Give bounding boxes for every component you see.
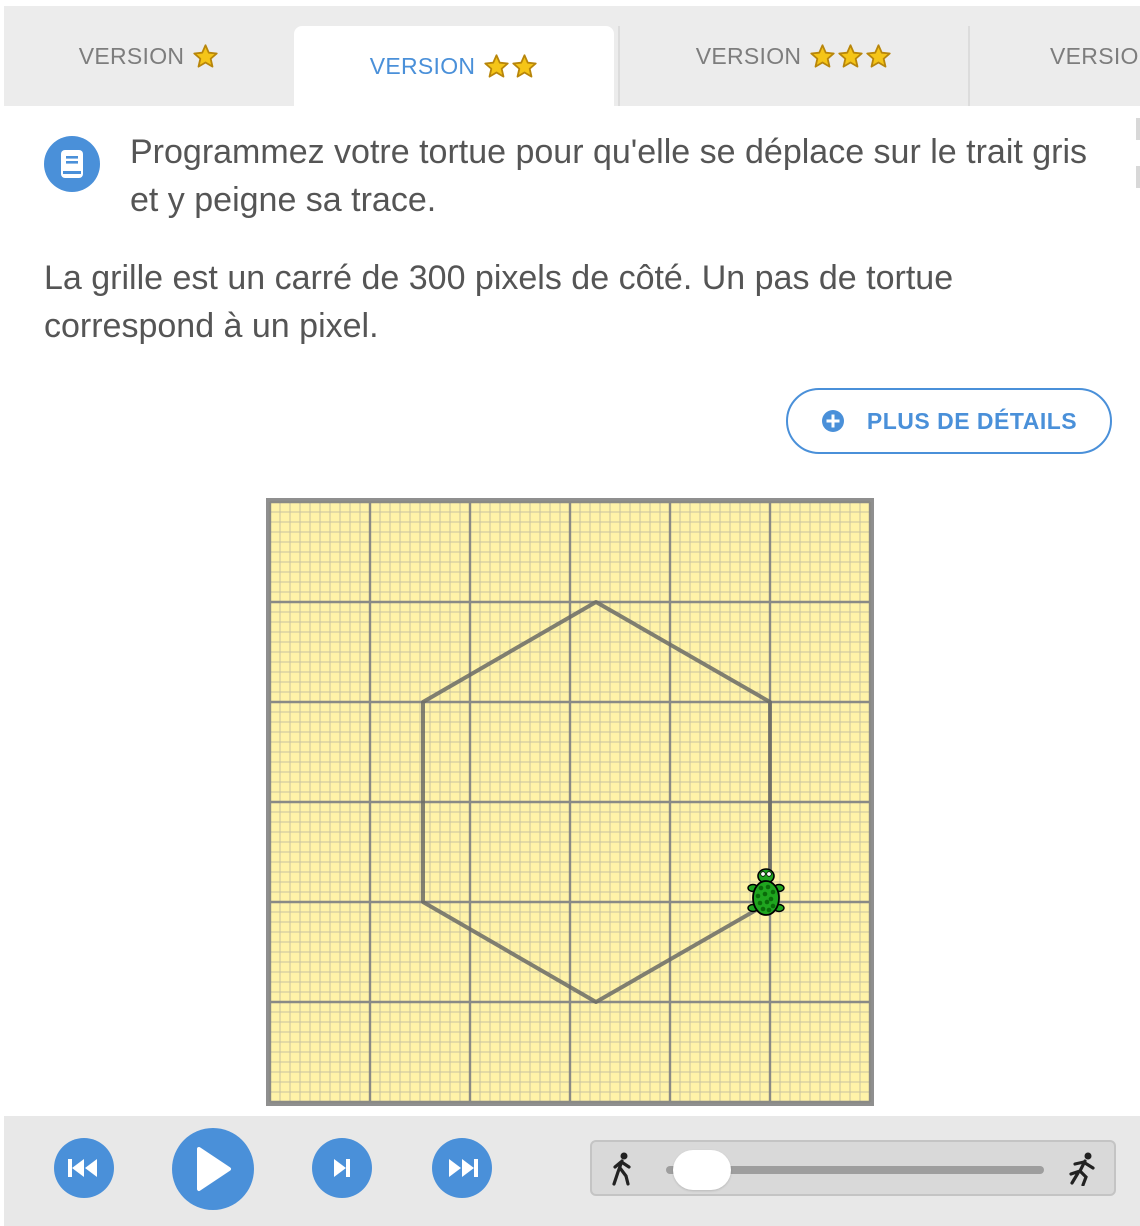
instruction-text: Programmez votre tortue pour qu'elle se …: [130, 133, 1088, 219]
play-button[interactable]: [172, 1128, 254, 1210]
skip-to-start-icon: [68, 1159, 97, 1177]
star-icon: [193, 43, 218, 68]
skip-to-end-button[interactable]: [432, 1138, 492, 1198]
star-icon: [810, 43, 835, 68]
more-details-label: PLUS DE DÉTAILS: [866, 407, 1078, 434]
walking-person-icon: [612, 1152, 631, 1186]
tab-label: VERSION: [1050, 42, 1140, 69]
star-rating: [192, 43, 219, 70]
playback-controls: [4, 1116, 1140, 1226]
grid-description: La grille est un carré de 300 pixels de …: [44, 259, 954, 345]
star-icon: [512, 53, 537, 78]
step-forward-icon: [334, 1159, 350, 1177]
star-icon: [866, 43, 891, 68]
running-person-icon: [1069, 1152, 1095, 1186]
speed-slider-thumb[interactable]: [672, 1150, 731, 1190]
star-icon: [484, 53, 509, 78]
version-tabbar: VERSION VERSION VERSION VERSION: [4, 6, 1140, 106]
skip-to-end-icon: [449, 1159, 478, 1177]
star-rating: [809, 43, 892, 70]
tab-label: VERSION: [695, 42, 802, 69]
star-icon: [838, 43, 863, 68]
more-details-button[interactable]: PLUS DE DÉTAILS: [786, 388, 1112, 454]
tab-label: VERSION: [369, 52, 476, 79]
scrollbar-track[interactable]: [1136, 118, 1140, 214]
speed-slider[interactable]: [590, 1140, 1116, 1196]
plus-circle-icon: [821, 410, 844, 432]
tab-label: VERSION: [78, 42, 185, 69]
tab-version-2[interactable]: VERSION: [294, 26, 614, 106]
tab-version-4[interactable]: VERSION: [970, 6, 1140, 106]
grid-svg: [266, 498, 874, 1106]
tab-version-3[interactable]: VERSION: [620, 6, 968, 106]
skip-to-start-button[interactable]: [54, 1138, 114, 1198]
tab-version-1[interactable]: VERSION: [4, 6, 294, 106]
book-icon: [44, 136, 100, 192]
star-rating: [483, 53, 538, 80]
step-forward-button[interactable]: [312, 1138, 372, 1198]
turtle-canvas: [266, 498, 874, 1106]
play-icon: [197, 1147, 231, 1191]
